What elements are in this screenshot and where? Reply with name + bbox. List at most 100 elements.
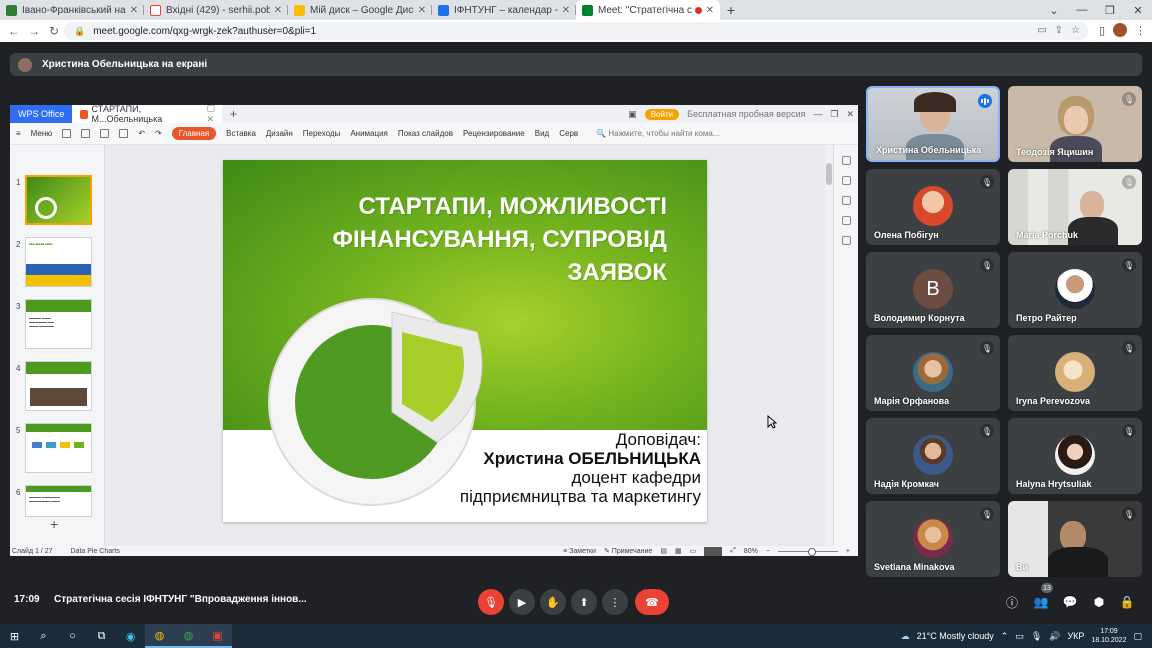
people-button[interactable]: 👥 — [1032, 593, 1050, 611]
redo-icon[interactable]: ↷ — [155, 129, 162, 138]
fit-icon[interactable]: ⤢ — [730, 547, 736, 555]
ribbon-tab-insert[interactable]: Вставка — [226, 129, 256, 138]
current-slide[interactable]: СТАРТАПИ, МОЖЛИВОСТІ ФІНАНСУВАННЯ, СУПРО… — [223, 160, 707, 522]
notifications-icon[interactable]: ▢ — [1133, 631, 1142, 642]
browser-tab-4[interactable]: ІФНТУНГ – календар - вівторок, ... ✕ — [432, 0, 576, 20]
restore-icon[interactable]: ❐ — [830, 109, 838, 120]
wps-new-tab-icon[interactable]: + — [230, 107, 237, 121]
mic-toggle-button[interactable]: 🎙 — [478, 589, 504, 615]
notes-toggle[interactable]: ≡ Заметки — [563, 548, 596, 555]
search-icon[interactable]: ⌕ — [29, 624, 58, 648]
zoom-out-icon[interactable]: − — [766, 548, 770, 555]
slide-thumb-1[interactable] — [25, 175, 92, 225]
ribbon-tab-transitions[interactable]: Переходы — [303, 129, 341, 138]
participant-tile-9[interactable]: 🎙 Надія Кромкач — [866, 418, 1000, 494]
wps-logo[interactable]: WPS Office — [10, 105, 72, 123]
mic-tray-icon[interactable]: 🎙 — [1031, 631, 1042, 642]
help-icon[interactable] — [841, 236, 851, 245]
share-icon[interactable]: ⇪ — [1055, 25, 1063, 36]
browser-tab-3[interactable]: Мій диск – Google Диск ✕ — [288, 0, 432, 20]
weather-icon[interactable]: ☁ — [901, 631, 910, 642]
normal-view-icon[interactable]: ▤ — [660, 547, 667, 555]
close-icon[interactable]: ✕ — [418, 5, 426, 16]
leave-call-button[interactable]: ☎ — [635, 589, 669, 615]
wps-login-button[interactable]: Войти — [644, 108, 680, 120]
ribbon-tab-design[interactable]: Дизайн — [266, 129, 293, 138]
participant-tile-12[interactable]: 🎙 Ви — [1008, 501, 1142, 577]
browser-tab-2[interactable]: Вхідні (429) - serhii.pobihun@nu... ✕ — [144, 0, 288, 20]
zoom-in-icon[interactable]: + — [846, 548, 850, 555]
style-icon[interactable] — [841, 176, 851, 185]
sorter-view-icon[interactable]: ▦ — [675, 547, 682, 555]
host-controls-button[interactable]: 🔒 — [1118, 593, 1136, 611]
weather-text[interactable]: 21°C Mostly cloudy — [917, 631, 994, 641]
tab-search-icon[interactable]: ⌄ — [1040, 0, 1068, 20]
ribbon-tab-slideshow[interactable]: Показ слайдов — [398, 129, 453, 138]
camera-permission-icon[interactable]: ▭ — [1037, 25, 1046, 36]
open-icon[interactable] — [62, 129, 72, 138]
slide-thumb-3[interactable]: ▬▬▬▬ ▬▬▬ ▬▬▬▬▬▬ ▬▬ ▬▬▬ ▬▬▬▬▬ — [25, 299, 92, 349]
participant-tile-3[interactable]: 🎙 Олена Побігун — [866, 169, 1000, 245]
task-view-icon[interactable]: ⧉ — [87, 624, 116, 648]
ribbon-tab-animation[interactable]: Анимация — [350, 129, 388, 138]
slide-thumb-6[interactable]: ▬▬▬▬ ▬▬▬▬▬▬ ▬▬▬▬▬▬▬ ▬▬▬ — [25, 485, 92, 517]
participant-tile-4[interactable]: 🎙 Maria Porchuk — [1008, 169, 1142, 245]
close-icon[interactable]: ✕ — [274, 5, 282, 16]
wps-taskbar-icon[interactable]: ▣ — [203, 624, 232, 648]
ribbon-tab-view[interactable]: Вид — [535, 129, 549, 138]
bookmark-star-icon[interactable]: ☆ — [1071, 25, 1080, 36]
language-switch[interactable]: УКР — [1067, 631, 1084, 641]
participant-tile-5[interactable]: В 🎙 Володимир Корнута — [866, 252, 1000, 328]
property-icon[interactable] — [841, 156, 851, 165]
slide-thumb-5[interactable] — [25, 423, 92, 473]
browser-tab-5[interactable]: Meet: "Стратегічна сесія ІФ... ✕ — [576, 0, 720, 20]
chrome-icon[interactable]: ◍ — [145, 624, 174, 648]
back-icon[interactable]: ← — [4, 24, 24, 38]
participant-tile-11[interactable]: 🎙 Svetlana Minakova — [866, 501, 1000, 577]
raise-hand-button[interactable]: ✋ — [540, 589, 566, 615]
chat-button[interactable]: 💬 — [1061, 593, 1079, 611]
reload-icon[interactable]: ↻ — [44, 24, 64, 38]
ribbon-tab-service[interactable]: Серв — [559, 129, 578, 138]
layout-icon[interactable]: ▣ — [628, 109, 637, 120]
clock[interactable]: 17:09 18.10.2022 — [1091, 627, 1126, 645]
reading-view-icon[interactable]: ▭ — [690, 547, 697, 555]
windows-start-icon[interactable]: ⊞ — [0, 624, 29, 648]
slide-thumb-4[interactable] — [25, 361, 92, 411]
cortana-icon[interactable]: ○ — [58, 624, 87, 648]
scrollbar-thumb[interactable] — [826, 163, 832, 185]
side-panel-icon[interactable]: ▯ — [1099, 24, 1105, 37]
participant-tile-10[interactable]: 🎙 Halyna Hrytsuliak — [1008, 418, 1142, 494]
save-icon[interactable] — [81, 129, 91, 138]
participant-tile-8[interactable]: 🎙 Iryna Perevozova — [1008, 335, 1142, 411]
ribbon-tab-home[interactable]: Главная — [171, 127, 217, 140]
url-field[interactable]: 🔒 meet.google.com/qxg-wrgk-zek?authuser=… — [64, 22, 1088, 40]
minimize-icon[interactable]: — — [1068, 0, 1096, 20]
minimize-icon[interactable]: — — [813, 109, 822, 119]
profile-avatar[interactable] — [1113, 23, 1127, 37]
restore-icon[interactable]: ❐ — [1096, 0, 1124, 20]
close-icon[interactable]: ✕ — [562, 5, 570, 16]
close-icon[interactable]: ✕ — [130, 5, 138, 16]
slide-thumb-2[interactable]: ■■■ ■■■■■ ■■■■ — [25, 237, 92, 287]
participant-tile-2[interactable]: 🎙 Теодозія Яцишин — [1008, 86, 1142, 162]
new-tab-button[interactable]: + — [720, 0, 742, 20]
tray-chevron-icon[interactable]: ⌃ — [1001, 631, 1009, 642]
network-icon[interactable]: ▭ — [1015, 631, 1024, 642]
slide-scrollbar[interactable] — [825, 145, 833, 546]
present-button[interactable]: ⬆ — [571, 589, 597, 615]
play-slideshow-button[interactable] — [704, 546, 723, 556]
participant-tile-1[interactable]: Христина Обельницька — [866, 86, 1000, 162]
animation-icon[interactable] — [841, 196, 851, 205]
browser-tab-1[interactable]: Івано-Франківський національн... ✕ — [0, 0, 144, 20]
chrome-profile-icon[interactable]: ◍ — [174, 624, 203, 648]
activities-button[interactable]: ⬢ — [1090, 593, 1108, 611]
zoom-slider[interactable] — [777, 547, 838, 556]
forward-icon[interactable]: → — [24, 24, 44, 38]
ribbon-tab-review[interactable]: Рецензирование — [463, 129, 525, 138]
preview-icon[interactable] — [119, 129, 129, 138]
participant-tile-7[interactable]: 🎙 Марія Орфанова — [866, 335, 1000, 411]
menu-icon[interactable]: ≡ — [16, 129, 21, 138]
wps-command-search[interactable]: 🔍 Нажмите, чтобы найти кома... — [596, 129, 719, 138]
wps-menu[interactable]: Меню — [31, 129, 53, 138]
